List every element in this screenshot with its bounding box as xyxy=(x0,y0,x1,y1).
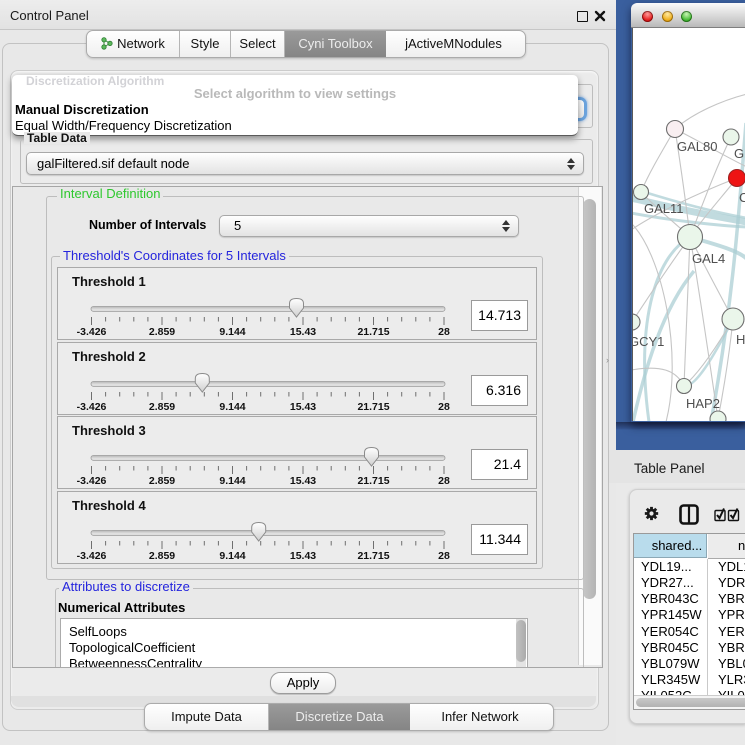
svg-text:15.43: 15.43 xyxy=(290,326,316,338)
svg-text:G.: G. xyxy=(734,146,745,161)
svg-text:9.144: 9.144 xyxy=(219,326,245,338)
svg-text:15.43: 15.43 xyxy=(290,550,316,562)
svg-text:2.859: 2.859 xyxy=(149,550,175,562)
svg-text:15.43: 15.43 xyxy=(290,401,316,413)
svg-text:GAL11: GAL11 xyxy=(644,201,684,216)
svg-text:-3.426: -3.426 xyxy=(77,550,107,562)
svg-text:2.859: 2.859 xyxy=(149,401,175,413)
svg-text:GAL4: GAL4 xyxy=(692,251,725,266)
svg-text:C: C xyxy=(739,190,745,205)
svg-text:21.715: 21.715 xyxy=(357,550,389,562)
svg-text:2.859: 2.859 xyxy=(149,326,175,338)
svg-text:2.859: 2.859 xyxy=(149,475,175,487)
svg-text:GAL80: GAL80 xyxy=(677,139,717,154)
svg-text:21.715: 21.715 xyxy=(357,475,389,487)
svg-text:HAP2: HAP2 xyxy=(686,396,720,411)
svg-text:28: 28 xyxy=(438,326,450,338)
svg-text:-3.426: -3.426 xyxy=(77,401,107,413)
svg-text:9.144: 9.144 xyxy=(219,475,245,487)
svg-text:15.43: 15.43 xyxy=(290,475,316,487)
svg-text:9.144: 9.144 xyxy=(219,550,245,562)
svg-text:28: 28 xyxy=(438,401,450,413)
svg-text:H: H xyxy=(736,332,745,347)
svg-text:-3.426: -3.426 xyxy=(77,326,107,338)
svg-text:9.144: 9.144 xyxy=(219,401,245,413)
svg-text:21.715: 21.715 xyxy=(357,326,389,338)
svg-text:28: 28 xyxy=(438,550,450,562)
svg-text:28: 28 xyxy=(438,475,450,487)
svg-text:GCY1: GCY1 xyxy=(633,334,664,349)
svg-text:21.715: 21.715 xyxy=(357,401,389,413)
svg-text:-3.426: -3.426 xyxy=(77,475,107,487)
